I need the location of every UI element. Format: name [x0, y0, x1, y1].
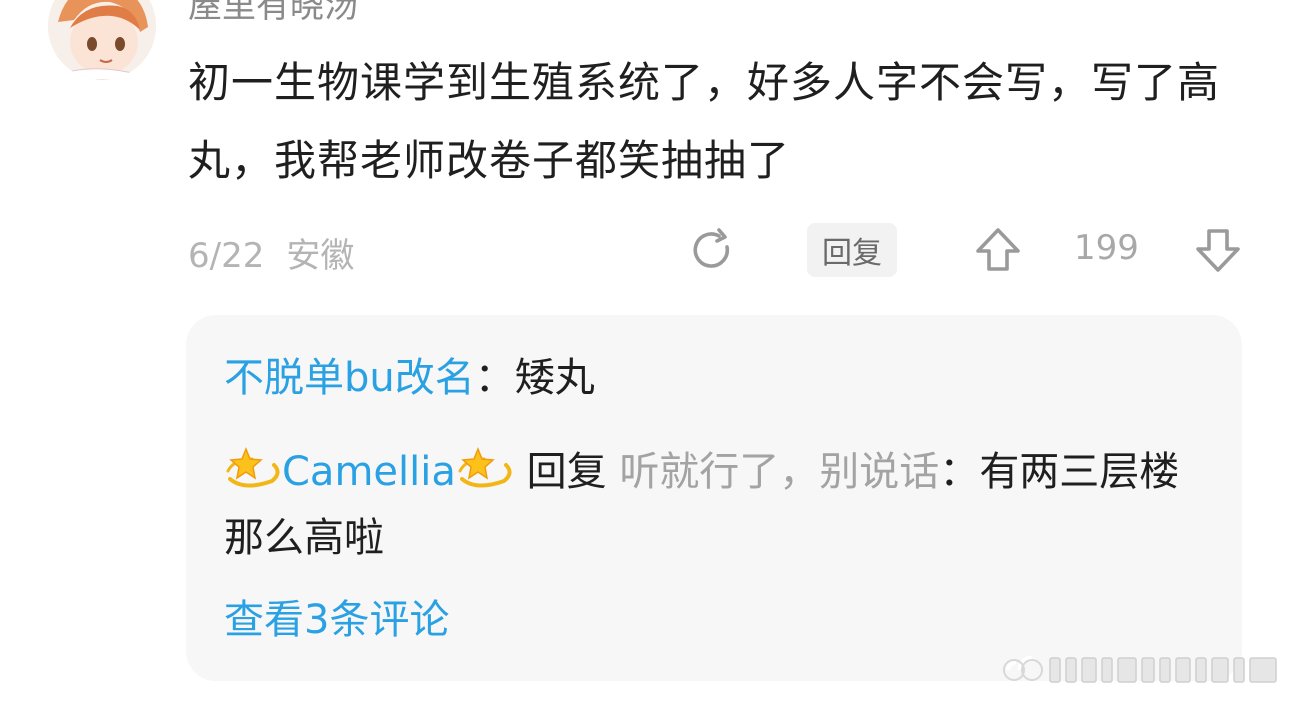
- downvote-icon[interactable]: [1192, 224, 1244, 276]
- view-more-comments-link[interactable]: 查看3条评论: [224, 587, 449, 645]
- share-icon[interactable]: [688, 226, 738, 276]
- vote-count: 199: [1074, 228, 1139, 268]
- reply-word: 回复: [513, 449, 620, 495]
- dizzy-star-emoji-icon: [456, 443, 514, 493]
- avatar[interactable]: [48, 0, 156, 80]
- reply-text: 矮丸: [514, 355, 595, 401]
- comment-date: 6/22: [188, 236, 265, 276]
- reply-to-user[interactable]: 听就行了，别说话: [619, 449, 939, 495]
- dizzy-star-emoji-icon: [224, 443, 282, 493]
- avatar-image: [48, 0, 156, 80]
- reply-item[interactable]: Camellia 回复 听就行了，别说话：有两三层楼那么高啦: [224, 439, 1204, 571]
- reply-button[interactable]: 回复: [807, 223, 897, 277]
- upvote-icon[interactable]: [972, 224, 1024, 276]
- replies-box[interactable]: 不脱单bu改名：矮丸 Camellia 回复 听就行了，别说话：有两三层楼那么高…: [186, 315, 1242, 681]
- comment-location: 安徽: [286, 236, 355, 276]
- reply-author[interactable]: 不脱单bu改名: [224, 355, 475, 401]
- reply-item[interactable]: 不脱单bu改名：矮丸: [224, 345, 1204, 411]
- comment-meta: 6/22 安徽: [188, 228, 354, 277]
- watermark-graphic: [1000, 654, 1282, 686]
- reply-separator: ：: [474, 355, 515, 401]
- reply-author[interactable]: Camellia: [282, 449, 456, 495]
- reply-separator: ：: [939, 449, 980, 495]
- comment-text: 初一生物课学到生殖系统了，好多人字不会写，写了高丸，我帮老师改卷子都笑抽抽了: [188, 58, 1221, 185]
- username[interactable]: 屋里有晓汤: [188, 0, 358, 27]
